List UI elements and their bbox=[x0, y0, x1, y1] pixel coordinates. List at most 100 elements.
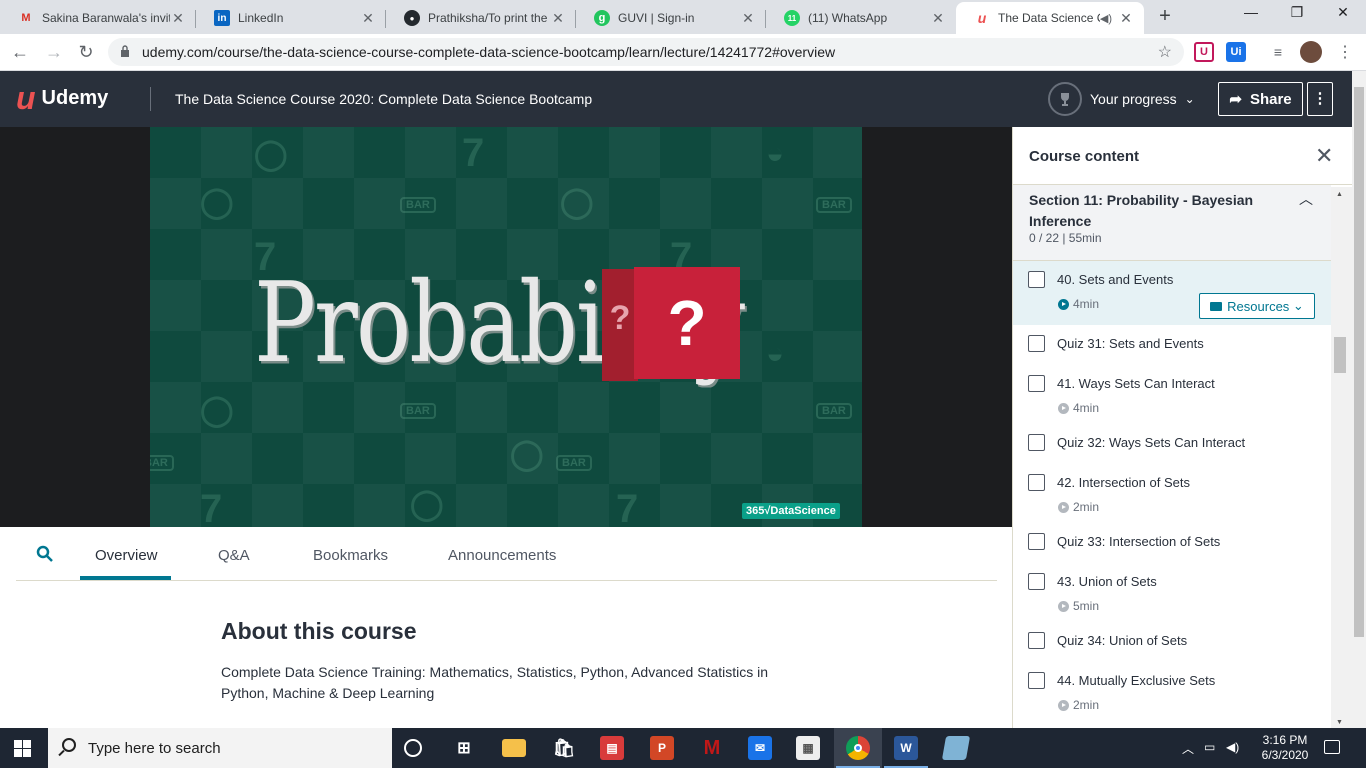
course-title[interactable]: The Data Science Course 2020: Complete D… bbox=[175, 91, 592, 107]
lecture-item[interactable]: 41. Ways Sets Can Interact 4min bbox=[1013, 365, 1331, 425]
more-options-icon[interactable]: ⋮ bbox=[1307, 82, 1333, 116]
checkbox[interactable] bbox=[1028, 434, 1045, 451]
quiz-item[interactable]: Quiz 31: Sets and Events bbox=[1013, 325, 1331, 365]
windows-start-icon[interactable] bbox=[14, 740, 31, 757]
profile-avatar[interactable] bbox=[1300, 41, 1322, 63]
notes-icon[interactable] bbox=[941, 736, 971, 760]
progress-dropdown[interactable]: Your progress ⌄ bbox=[1048, 82, 1195, 116]
notification-center-icon[interactable] bbox=[1324, 740, 1340, 754]
files-icon[interactable]: ▦ bbox=[796, 736, 820, 760]
store-icon[interactable]: 🛍 bbox=[552, 736, 576, 760]
speaker-icon[interactable]: ◀) bbox=[1100, 12, 1112, 25]
clock-date: 6/3/2020 bbox=[1261, 748, 1309, 762]
windows-taskbar: Type here to search ⊞ 🛍 ▤ P M ✉ ▦ W ︿ ▭ … bbox=[0, 728, 1366, 768]
browser-tab-github[interactable]: ● Prathiksha/To print the ✕ bbox=[386, 2, 576, 34]
file-explorer-icon[interactable] bbox=[502, 739, 526, 757]
quiz-item[interactable]: Quiz 32: Ways Sets Can Interact bbox=[1013, 425, 1331, 465]
dice-side: ? bbox=[602, 269, 638, 381]
restore-icon[interactable]: ❐ bbox=[1274, 4, 1320, 21]
close-tab-icon[interactable]: ✕ bbox=[360, 10, 376, 27]
taskbar-search-box[interactable]: Type here to search bbox=[48, 728, 392, 768]
chevron-down-icon: ⌄ bbox=[1184, 92, 1195, 106]
checkbox[interactable] bbox=[1028, 632, 1045, 649]
lecture-item[interactable]: 43. Union of Sets 5min bbox=[1013, 565, 1331, 625]
scrollbar-thumb[interactable] bbox=[1334, 337, 1346, 373]
close-tab-icon[interactable]: ✕ bbox=[1118, 10, 1134, 27]
tab-announcements[interactable]: Announcements bbox=[448, 547, 556, 564]
checkbox[interactable] bbox=[1028, 573, 1045, 590]
battery-icon[interactable]: ▭ bbox=[1204, 740, 1215, 754]
close-icon[interactable]: ✕ bbox=[1315, 143, 1333, 169]
reload-icon[interactable]: ↻ bbox=[74, 41, 98, 65]
new-tab-button[interactable]: + bbox=[1154, 6, 1176, 28]
volume-icon[interactable]: ◀) bbox=[1226, 740, 1239, 754]
checkbox[interactable] bbox=[1028, 271, 1045, 288]
lecture-item-active[interactable]: 40. Sets and Events 4min Resources ⌄ bbox=[1013, 261, 1331, 325]
sidebar-header: Course content ✕ bbox=[1013, 127, 1352, 185]
bookmark-star-icon[interactable]: ☆ bbox=[1158, 42, 1172, 62]
share-button[interactable]: ➦ Share bbox=[1218, 82, 1303, 116]
lecture-name: 44. Mutually Exclusive Sets bbox=[1057, 673, 1216, 688]
course-content-tabs: Overview Q&A Bookmarks Announcements bbox=[16, 527, 997, 581]
udemy-logo[interactable]: u Udemy bbox=[16, 82, 108, 114]
checkbox[interactable] bbox=[1028, 533, 1045, 550]
close-tab-icon[interactable]: ✕ bbox=[740, 10, 756, 27]
lecture-item[interactable]: 44. Mutually Exclusive Sets 2min bbox=[1013, 665, 1331, 728]
bar-label: BAR bbox=[816, 403, 852, 419]
checkbox[interactable] bbox=[1028, 335, 1045, 352]
quiz-name: Quiz 33: Intersection of Sets bbox=[1057, 534, 1221, 549]
checkbox[interactable] bbox=[1028, 672, 1045, 689]
lemon-icon: ◯ bbox=[410, 488, 444, 521]
browser-tab-udemy-active[interactable]: u The Data Science C ◀) ✕ bbox=[956, 2, 1144, 34]
forward-arrow-icon[interactable]: → bbox=[42, 41, 66, 65]
cortana-icon[interactable] bbox=[404, 739, 422, 757]
powerpoint-icon[interactable]: P bbox=[650, 736, 674, 760]
lecture-item[interactable]: 42. Intersection of Sets 2min bbox=[1013, 465, 1331, 525]
close-tab-icon[interactable]: ✕ bbox=[930, 10, 946, 27]
extension-icon[interactable]: Ui bbox=[1226, 42, 1246, 62]
address-bar[interactable]: udemy.com/course/the-data-science-course… bbox=[108, 38, 1184, 66]
chevron-up-icon[interactable]: ︿ bbox=[1299, 189, 1313, 209]
browser-tab-whatsapp[interactable]: 11 (11) WhatsApp ✕ bbox=[766, 2, 956, 34]
back-arrow-icon[interactable]: ← bbox=[8, 41, 32, 65]
browser-tab-guvi[interactable]: g GUVI | Sign-in ✕ bbox=[576, 2, 766, 34]
watermelon-icon: ◒ bbox=[766, 137, 785, 170]
video-frame[interactable]: 7 7 7 7 7 ◯ ◯ ◒ ◯ ◯ ◯ ◒ ◯ BAR BAR BAR BA… bbox=[150, 127, 862, 527]
quiz-item[interactable]: Quiz 34: Union of Sets bbox=[1013, 625, 1331, 665]
browser-tab-linkedin[interactable]: in LinkedIn ✕ bbox=[196, 2, 386, 34]
task-view-icon[interactable]: ⊞ bbox=[452, 736, 476, 760]
lecture-duration: 4min bbox=[1058, 401, 1099, 415]
minimize-icon[interactable]: — bbox=[1228, 4, 1274, 20]
browser-tab-gmail[interactable]: M Sakina Baranwala's invit ✕ bbox=[0, 2, 196, 34]
tab-overview[interactable]: Overview bbox=[95, 547, 158, 564]
mcafee-icon[interactable]: M bbox=[700, 736, 724, 760]
close-window-icon[interactable]: ✕ bbox=[1320, 4, 1366, 21]
udemy-logo-icon: u bbox=[16, 80, 36, 116]
checkbox[interactable] bbox=[1028, 375, 1045, 392]
media-controls-icon[interactable]: ≡ bbox=[1268, 42, 1288, 62]
word-icon[interactable]: W bbox=[884, 736, 928, 768]
mail-icon[interactable]: ✉ bbox=[748, 736, 772, 760]
tab-title: Prathiksha/To print the bbox=[428, 11, 548, 25]
close-tab-icon[interactable]: ✕ bbox=[170, 10, 186, 27]
chrome-icon[interactable] bbox=[836, 736, 880, 768]
scroll-down-icon[interactable]: ▼ bbox=[1336, 719, 1343, 726]
checkbox[interactable] bbox=[1028, 474, 1045, 491]
tab-bookmarks[interactable]: Bookmarks bbox=[313, 547, 388, 564]
chevron-up-icon[interactable]: ︿ bbox=[1182, 740, 1194, 757]
news-icon[interactable]: ▤ bbox=[600, 736, 624, 760]
section-header[interactable]: Section 11: Probability - Bayesian Infer… bbox=[1013, 185, 1331, 261]
page-scrollbar[interactable] bbox=[1352, 71, 1366, 728]
system-clock[interactable]: 3:16 PM 6/3/2020 bbox=[1253, 733, 1317, 763]
browser-menu-icon[interactable]: ⋮ bbox=[1337, 42, 1353, 62]
close-tab-icon[interactable]: ✕ bbox=[550, 10, 566, 27]
quiz-item[interactable]: Quiz 33: Intersection of Sets bbox=[1013, 525, 1331, 565]
scrollbar-thumb[interactable] bbox=[1354, 87, 1364, 637]
resources-button[interactable]: Resources ⌄ bbox=[1199, 293, 1315, 319]
scroll-up-icon[interactable]: ▲ bbox=[1336, 191, 1343, 198]
extension-icon[interactable]: U bbox=[1194, 42, 1214, 62]
tab-qa[interactable]: Q&A bbox=[218, 547, 250, 564]
bar-label: BAR bbox=[400, 197, 436, 213]
sidebar-scrollbar[interactable]: ▲ ▼ bbox=[1331, 187, 1352, 728]
search-icon[interactable] bbox=[36, 545, 54, 563]
